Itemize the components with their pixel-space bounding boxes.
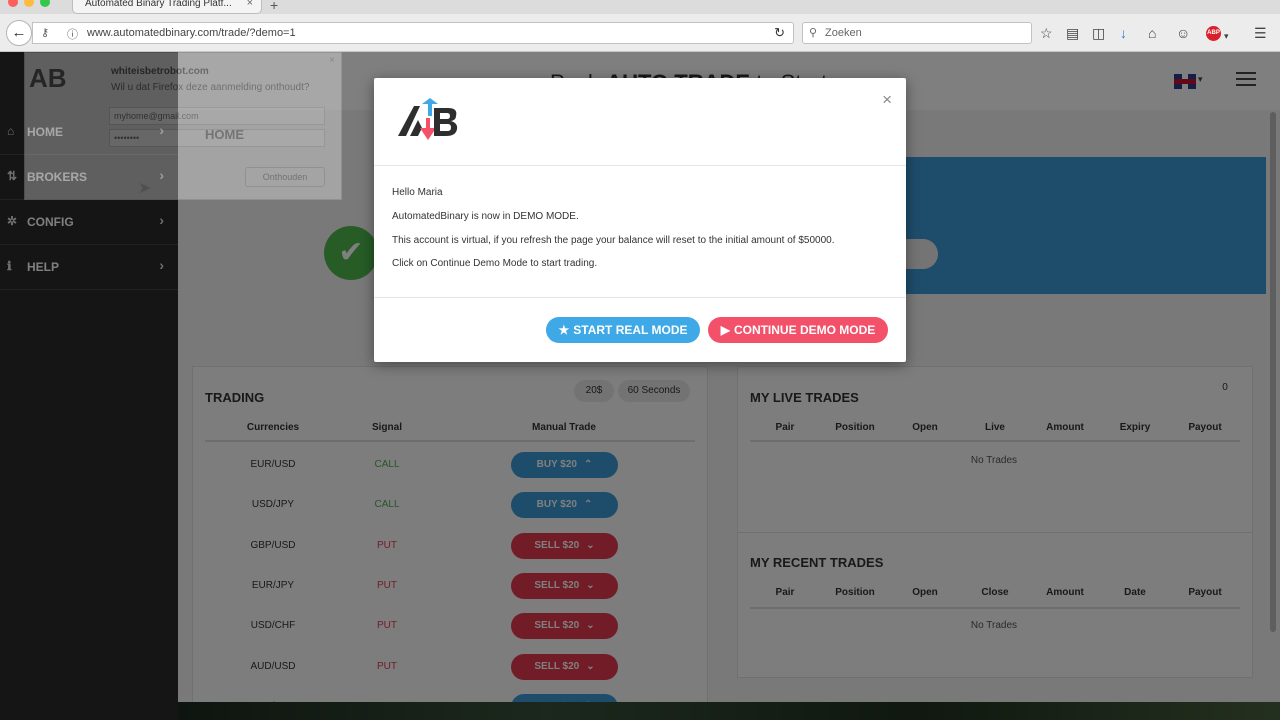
virtual-account-text: This account is virtual, if you refresh … xyxy=(392,235,835,246)
info-icon[interactable]: ⓘ xyxy=(67,26,78,42)
pocket-icon[interactable]: ◫ xyxy=(1092,25,1105,41)
search-placeholder: Zoeken xyxy=(825,27,862,39)
star-icon: ★ xyxy=(558,323,570,337)
reload-icon[interactable]: ↻ xyxy=(774,25,785,41)
home-icon[interactable]: ⌂ xyxy=(1148,25,1156,41)
reading-list-icon[interactable]: ▤ xyxy=(1066,25,1079,41)
site-logo-icon: AB xyxy=(29,63,67,93)
start-real-mode-button[interactable]: ★ START REAL MODE xyxy=(546,317,700,343)
continue-demo-mode-label: CONTINUE DEMO MODE xyxy=(733,323,876,337)
key-icon[interactable]: ⚷ xyxy=(41,26,49,39)
minimize-window-button[interactable] xyxy=(24,0,34,7)
screen: Automated Binary Trading Platf... × + ⚷ … xyxy=(0,0,1280,720)
back-button[interactable]: ← xyxy=(6,20,32,46)
back-arrow-icon: ← xyxy=(11,24,27,41)
browser-toolbar: ⚷ ⓘ www.automatedbinary.com/trade/?demo=… xyxy=(0,14,1280,52)
password-field[interactable]: •••••••• xyxy=(109,129,325,147)
adblock-icon[interactable]: ABP xyxy=(1206,26,1221,41)
dialog-footer: ★ START REAL MODE ▶ CONTINUE DEMO MODE xyxy=(374,298,906,362)
url-bar[interactable]: ⚷ ⓘ www.automatedbinary.com/trade/?demo=… xyxy=(32,22,794,44)
search-input[interactable]: ⚲ Zoeken xyxy=(802,22,1032,44)
close-window-button[interactable] xyxy=(8,0,18,7)
password-save-popup: AB whiteisbetrobot.com Wil u dat Firefox… xyxy=(24,52,342,200)
browser-tab-bar: Automated Binary Trading Platf... × + xyxy=(0,0,1280,14)
dialog-header: × xyxy=(374,78,906,166)
url-text[interactable]: www.automatedbinary.com/trade/?demo=1 xyxy=(87,27,296,39)
play-icon: ▶ xyxy=(720,323,730,337)
instruction-text: Click on Continue Demo Mode to start tra… xyxy=(392,258,598,269)
bookmark-star-icon[interactable]: ☆ xyxy=(1040,25,1053,41)
username-field[interactable]: myhome@gmail.com xyxy=(109,107,325,125)
automatedbinary-logo-icon xyxy=(398,98,458,140)
demo-mode-text: AutomatedBinary is now in DEMO MODE. xyxy=(392,211,579,222)
start-real-mode-label: START REAL MODE xyxy=(573,323,688,337)
search-icon: ⚲ xyxy=(809,27,818,39)
dialog-close-button[interactable]: × xyxy=(882,90,892,110)
tab-close-button[interactable]: × xyxy=(247,0,253,9)
popup-close-icon[interactable]: × xyxy=(329,55,335,66)
popup-site: whiteisbetrobot.com xyxy=(111,66,209,77)
demo-mode-dialog: × Hello Maria AutomatedBinary is now in … xyxy=(374,78,906,362)
tab-title: Automated Binary Trading Platf... xyxy=(85,0,232,9)
dialog-body: Hello Maria AutomatedBinary is now in DE… xyxy=(374,166,906,298)
new-tab-button[interactable]: + xyxy=(270,0,278,13)
zoom-window-button[interactable] xyxy=(40,0,50,7)
browser-tab[interactable]: Automated Binary Trading Platf... × xyxy=(72,0,262,14)
remember-button[interactable]: Onthouden xyxy=(245,167,325,187)
popup-message: Wil u dat Firefox deze aanmelding onthou… xyxy=(111,82,310,93)
continue-demo-mode-button[interactable]: ▶ CONTINUE DEMO MODE xyxy=(708,317,888,343)
chat-icon[interactable]: ☺ xyxy=(1176,25,1190,41)
menu-icon[interactable]: ☰ xyxy=(1254,25,1267,41)
greeting-text: Hello Maria xyxy=(392,187,443,198)
download-icon[interactable]: ↓ xyxy=(1120,25,1127,41)
adblock-caret-icon[interactable]: ▾ xyxy=(1224,28,1229,44)
